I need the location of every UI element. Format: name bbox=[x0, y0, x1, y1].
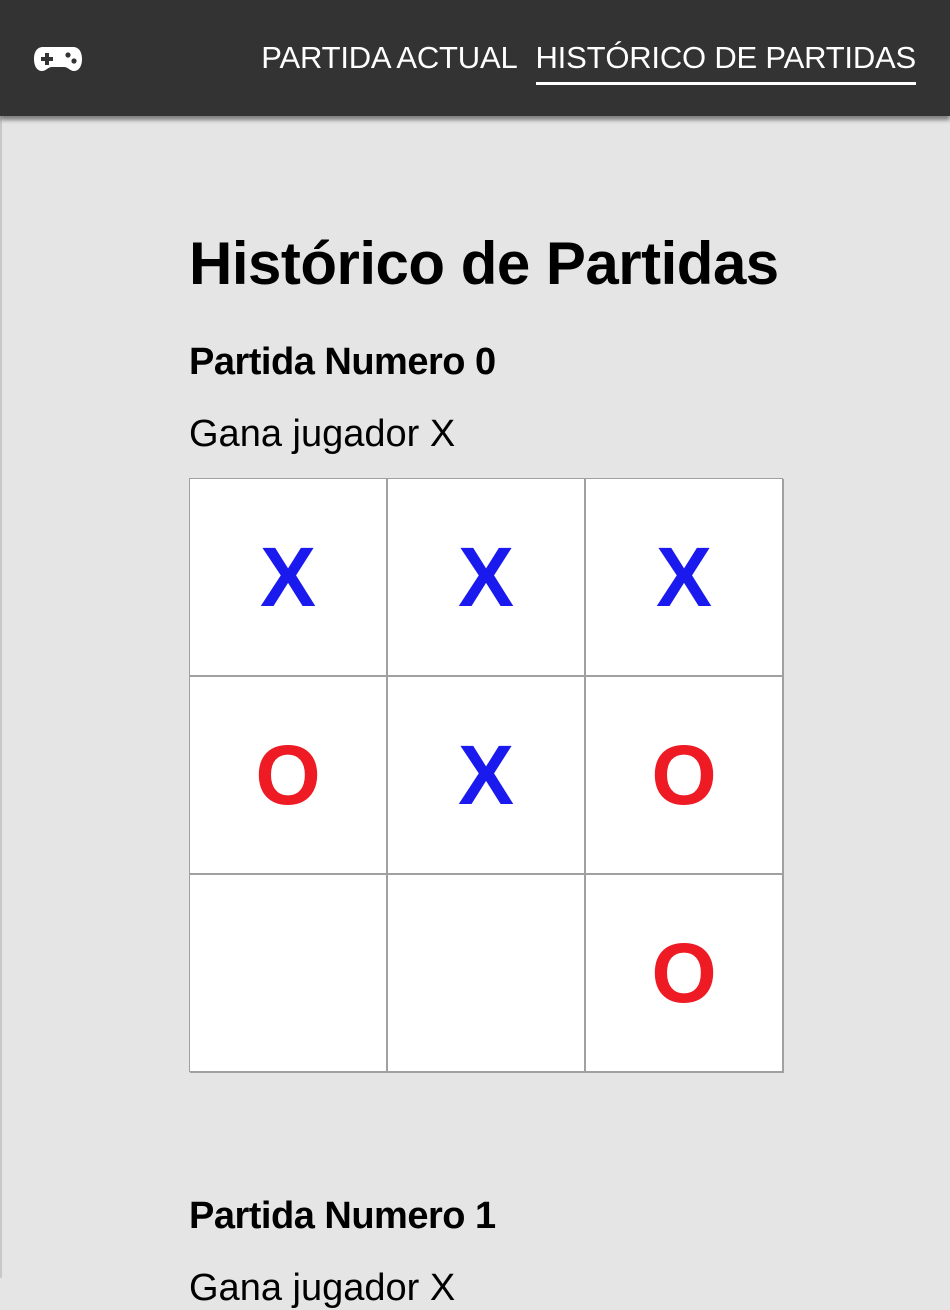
board-cell: X bbox=[388, 677, 586, 875]
top-navbar: PARTIDA ACTUAL HISTÓRICO DE PARTIDAS bbox=[0, 0, 950, 116]
nav-link-partida-actual[interactable]: PARTIDA ACTUAL bbox=[261, 40, 517, 85]
nav-links: PARTIDA ACTUAL HISTÓRICO DE PARTIDAS bbox=[261, 40, 916, 85]
game-title: Partida Numero 1 bbox=[189, 1195, 496, 1237]
board-cell: X bbox=[586, 479, 784, 677]
board-cell: X bbox=[190, 479, 388, 677]
game-title: Partida Numero 0 bbox=[189, 341, 496, 383]
board-cell: O bbox=[586, 677, 784, 875]
gamepad-icon[interactable] bbox=[33, 44, 83, 74]
board-cell bbox=[388, 875, 586, 1073]
page-title: Histórico de Partidas bbox=[189, 230, 779, 297]
game-board: X X X O X O O bbox=[189, 478, 784, 1073]
board-cell: O bbox=[190, 677, 388, 875]
board-cell: O bbox=[586, 875, 784, 1073]
nav-link-historico[interactable]: HISTÓRICO DE PARTIDAS bbox=[535, 40, 916, 85]
gamepad-icon-svg bbox=[34, 47, 82, 71]
window-edge bbox=[0, 116, 2, 1278]
board-cell: X bbox=[388, 479, 586, 677]
game-result: Gana jugador X bbox=[189, 413, 456, 455]
game-result: Gana jugador X bbox=[189, 1267, 456, 1309]
board-cell bbox=[190, 875, 388, 1073]
